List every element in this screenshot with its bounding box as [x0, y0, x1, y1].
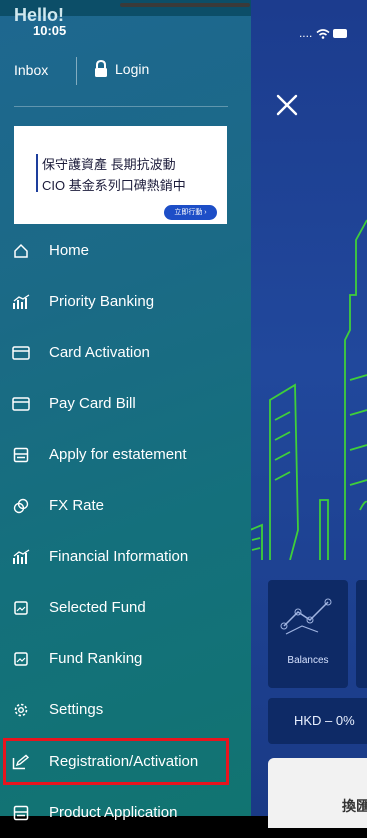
gear-icon	[12, 701, 30, 719]
close-icon[interactable]	[272, 90, 302, 120]
status-bar-indicator	[120, 3, 250, 7]
inbox-link[interactable]: Inbox	[14, 62, 48, 78]
login-button[interactable]: Login	[93, 60, 149, 77]
next-tile[interactable]	[356, 580, 367, 688]
exchange-card[interactable]: 換匯	[268, 758, 367, 828]
menu-label: Pay Card Bill	[49, 395, 136, 412]
image-icon	[12, 650, 30, 668]
menu-label: FX Rate	[49, 497, 105, 514]
statement-icon	[12, 804, 30, 822]
skyline-illustration	[250, 219, 367, 560]
menu-label: Financial Information	[49, 548, 189, 565]
menu-item-fx-rate[interactable]: FX Rate	[0, 480, 251, 531]
menu-item-product-application[interactable]: Product Application	[0, 787, 251, 838]
side-drawer: Hello! 10:05 Inbox Login 保守護資產 長期抗波動 CIO…	[0, 0, 251, 821]
menu-item-fund-ranking[interactable]: Fund Ranking	[0, 633, 251, 684]
home-icon	[12, 242, 30, 260]
menu-label: Product Application	[49, 804, 178, 821]
menu-item-financial-information[interactable]: Financial Information	[0, 531, 251, 582]
exchange-label: 換匯	[342, 798, 367, 814]
menu-label: Home	[49, 242, 90, 259]
battery-icon	[333, 29, 347, 39]
menu-item-pay-card-bill[interactable]: Pay Card Bill	[0, 378, 251, 429]
menu-label: Card Activation	[49, 344, 150, 361]
menu-item-settings[interactable]: Settings	[0, 684, 251, 735]
greeting: Hello!	[14, 5, 65, 25]
menu-label: Fund Ranking	[49, 650, 143, 667]
balances-tile[interactable]: Balances	[268, 580, 348, 688]
menu-label: Apply for estatement	[49, 446, 187, 463]
login-label: Login	[115, 60, 150, 77]
banner-cta-button[interactable]: 立即行動 ›	[164, 205, 217, 220]
menu-item-selected-fund[interactable]: Selected Fund	[0, 582, 251, 633]
promo-banner[interactable]: 保守護資產 長期抗波動 CIO 基金系列口碑熱銷中 立即行動 ›	[14, 126, 227, 224]
banner-line-2: CIO 基金系列口碑熱銷中	[42, 178, 186, 193]
banner-accent-bar	[36, 154, 38, 192]
menu-label: Settings	[49, 701, 104, 718]
selection-highlight-box	[3, 738, 229, 785]
menu-item-priority-banking[interactable]: Priority Banking	[0, 276, 251, 327]
signal-indicator: ....	[298, 26, 313, 40]
card-icon	[12, 395, 30, 413]
menu-label: Selected Fund	[49, 599, 146, 616]
status-time: 10:05	[33, 23, 67, 38]
menu-label: Priority Banking	[49, 293, 155, 310]
fx-strip[interactable]: HKD – 0%	[268, 698, 367, 744]
fx-icon	[12, 497, 30, 515]
lock-icon	[95, 60, 107, 77]
menu-item-apply-estatement[interactable]: Apply for estatement	[0, 429, 251, 480]
statement-icon	[12, 446, 30, 464]
card-icon	[12, 344, 30, 362]
balances-label: Balances	[287, 655, 329, 666]
divider	[76, 57, 77, 85]
wifi-icon	[316, 29, 330, 39]
banner-line-1: 保守護資產 長期抗波動	[42, 157, 176, 172]
status-indicators: ....	[299, 26, 349, 40]
menu-item-home[interactable]: Home	[0, 225, 251, 276]
divider	[14, 106, 228, 107]
menu-item-card-activation[interactable]: Card Activation	[0, 327, 251, 378]
trend-line-icon	[280, 598, 332, 635]
chart-icon	[12, 548, 30, 566]
image-icon	[12, 599, 30, 617]
chart-icon	[12, 293, 30, 311]
